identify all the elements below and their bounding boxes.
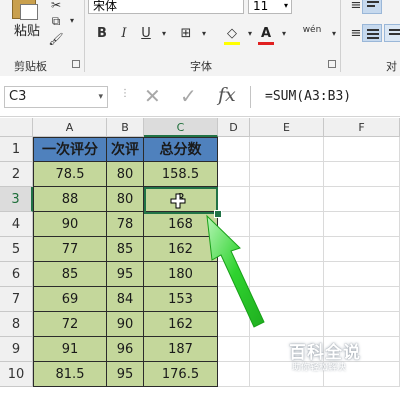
watermark-subtitle: 助你轻松解决 [292, 363, 347, 373]
arrow-shape [206, 214, 265, 328]
